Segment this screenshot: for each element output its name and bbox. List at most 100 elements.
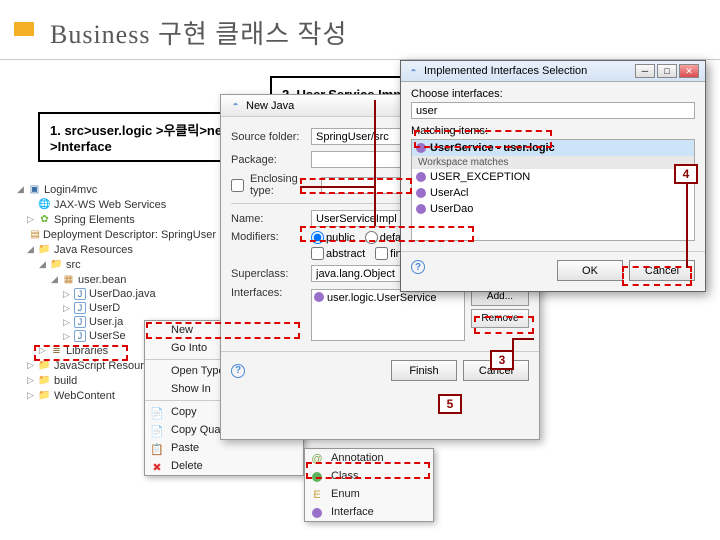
folder-icon: 📁: [38, 389, 51, 402]
libs-label: Libraries: [66, 345, 108, 357]
twisty-icon[interactable]: ◢: [26, 244, 35, 255]
enclosing-checkbox[interactable]: [231, 179, 244, 192]
matching-label: Matching items:: [411, 125, 695, 137]
interfaces-selection-dialog: ◓ Implemented Interfaces Selection ─ □ ✕…: [400, 60, 706, 292]
file-label: User.ja: [89, 316, 123, 328]
annotation-icon: @: [310, 452, 324, 466]
dialog-title: Implemented Interfaces Selection: [424, 65, 587, 77]
src-label: src: [66, 259, 81, 271]
twisty-icon[interactable]: ▷: [26, 360, 35, 371]
cancel-button[interactable]: Cancel: [629, 260, 695, 281]
submenu-annotation[interactable]: @Annotation: [305, 449, 433, 467]
list-item[interactable]: UserService - user.logic: [412, 140, 694, 156]
package-icon: ▦: [62, 273, 75, 286]
build-label: build: [54, 375, 77, 387]
dialog-titlebar: ◓ Implemented Interfaces Selection ─ □ ✕: [401, 61, 705, 82]
submenu-interface[interactable]: Interface: [305, 503, 433, 521]
twisty-icon[interactable]: ▷: [26, 390, 35, 401]
twisty-icon[interactable]: ◢: [38, 259, 47, 270]
name-label: Name:: [231, 213, 305, 225]
help-icon[interactable]: ?: [411, 260, 425, 274]
java-resources-icon: 📁: [38, 243, 51, 256]
interface-icon: [416, 204, 426, 214]
menu-paste[interactable]: 📋Paste: [145, 439, 303, 457]
remove-button[interactable]: Remove: [471, 309, 529, 328]
step-badge-3: 3: [490, 350, 514, 370]
modifier-public[interactable]: public: [311, 231, 355, 244]
webc-label: WebContent: [54, 390, 115, 402]
twisty-icon[interactable]: ▷: [62, 303, 71, 314]
jr-label: Java Resources: [54, 244, 133, 256]
wizard-icon: ◓: [229, 99, 242, 112]
file-label: UserSe: [89, 330, 126, 342]
list-item[interactable]: UserAcl: [412, 185, 694, 201]
twisty-icon[interactable]: ▷: [26, 375, 35, 386]
window-icon: ◓: [407, 65, 420, 78]
list-item[interactable]: UserDao: [412, 201, 694, 217]
help-icon[interactable]: ?: [231, 364, 245, 378]
ok-button[interactable]: OK: [557, 260, 623, 281]
twisty-icon[interactable]: ◢: [50, 274, 59, 285]
java-file-icon: J: [74, 330, 86, 342]
file-label: UserD: [89, 302, 120, 314]
choose-label: Choose interfaces:: [411, 88, 695, 100]
copy-icon: 📄: [150, 406, 164, 420]
interfaces-list[interactable]: user.logic.UserService: [311, 289, 465, 341]
slide-accent: [14, 22, 34, 36]
list-item[interactable]: USER_EXCEPTION: [412, 169, 694, 185]
java-file-icon: J: [74, 288, 86, 300]
spring-label: Spring Elements: [54, 214, 135, 226]
twisty-icon[interactable]: ▷: [38, 345, 47, 356]
finish-button[interactable]: Finish: [391, 360, 457, 381]
twisty-icon[interactable]: ▷: [62, 317, 71, 328]
submenu-enum[interactable]: EEnum: [305, 485, 433, 503]
superclass-label: Superclass:: [231, 268, 305, 280]
menu-delete[interactable]: ✖Delete: [145, 457, 303, 475]
modifiers-label: Modifiers:: [231, 231, 305, 243]
interface-icon: [310, 506, 324, 520]
list-category: Workspace matches: [412, 156, 694, 169]
package-label: Package:: [231, 154, 305, 166]
java-file-icon: J: [74, 302, 86, 314]
filter-input[interactable]: [411, 102, 695, 119]
twisty-icon[interactable]: ◢: [16, 184, 25, 195]
jaxws-label: JAX-WS Web Services: [54, 199, 166, 211]
interfaces-label: Interfaces:: [231, 287, 305, 299]
source-folder-label: Source folder:: [231, 131, 305, 143]
java-file-icon: J: [74, 316, 86, 328]
matching-list[interactable]: UserService - user.logic Workspace match…: [411, 139, 695, 241]
interface-item: user.logic.UserService: [327, 292, 436, 304]
twisty-icon[interactable]: ▷: [62, 289, 71, 300]
close-button[interactable]: ✕: [679, 64, 699, 78]
interface-icon: [416, 172, 426, 182]
submenu-class[interactable]: Class: [305, 467, 433, 485]
file-label: UserDao.java: [89, 288, 156, 300]
dd-icon: ▤: [31, 228, 40, 241]
enum-icon: E: [310, 488, 324, 502]
jsres-label: JavaScript Resour: [54, 360, 144, 372]
globe-icon: 🌐: [38, 198, 51, 211]
minimize-button[interactable]: ─: [635, 64, 655, 78]
slide-title: Business 구현 클래스 작성: [0, 0, 720, 60]
project-label: Login4mvc: [44, 184, 97, 196]
twisty-icon[interactable]: ▷: [26, 214, 35, 225]
project-icon: ▣: [28, 183, 41, 196]
enclosing-label: Enclosing type:: [250, 173, 315, 197]
step-badge-4: 4: [674, 164, 698, 184]
interface-icon: [314, 292, 324, 302]
pkg-label: user.bean: [78, 274, 126, 286]
maximize-button[interactable]: □: [657, 64, 677, 78]
dialog-title: New Java: [246, 100, 294, 112]
libraries-icon: ≣: [50, 344, 63, 357]
class-icon: [310, 470, 324, 484]
src-folder-icon: 📁: [50, 258, 63, 271]
folder-icon: 📁: [38, 374, 51, 387]
delete-icon: ✖: [150, 460, 164, 474]
step-badge-5: 5: [438, 394, 462, 414]
new-submenu[interactable]: @Annotation Class EEnum Interface: [304, 448, 434, 522]
twisty-icon[interactable]: ▷: [62, 331, 71, 342]
copy-icon: 📄: [150, 424, 164, 438]
modifier-abstract[interactable]: abstract: [311, 247, 365, 260]
js-resources-icon: 📁: [38, 359, 51, 372]
dd-label: Deployment Descriptor: SpringUser: [43, 229, 216, 241]
